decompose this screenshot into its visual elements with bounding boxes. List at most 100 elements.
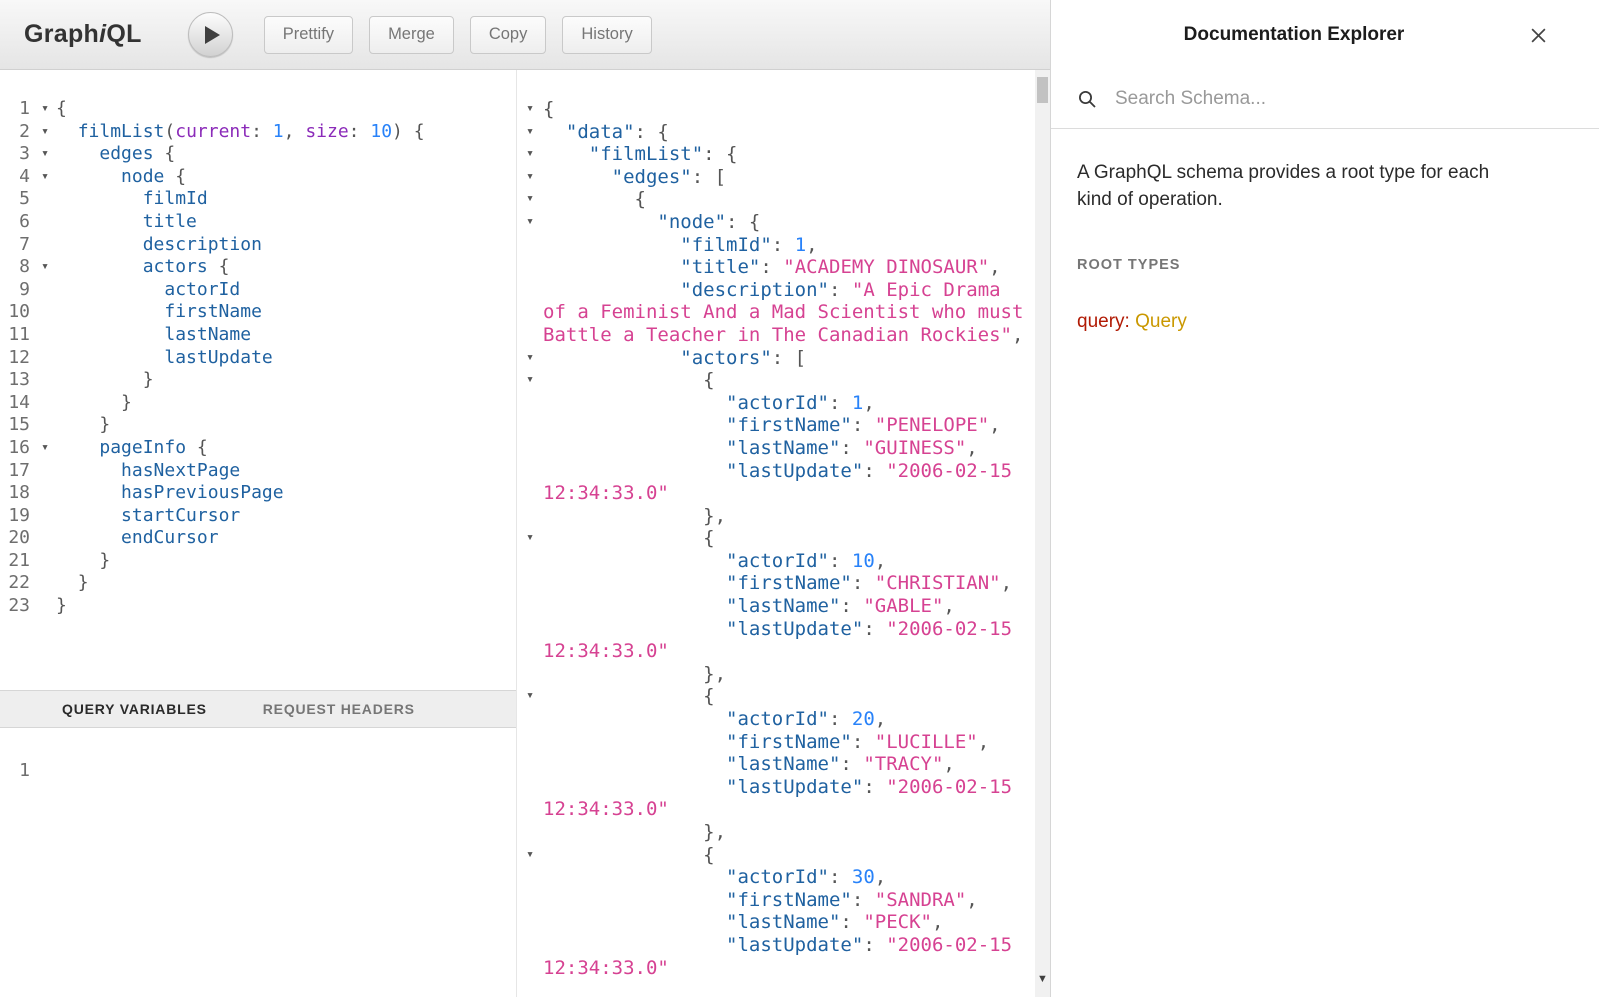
code-text[interactable]: filmId bbox=[56, 188, 516, 211]
root-type-field-link[interactable]: query bbox=[1077, 311, 1125, 332]
fold-gutter bbox=[517, 731, 543, 754]
code-text[interactable] bbox=[56, 760, 516, 783]
fold-arrow-icon[interactable]: ▾ bbox=[517, 121, 543, 144]
code-text[interactable]: pageInfo { bbox=[56, 437, 516, 460]
query-code-line[interactable]: 22 } bbox=[0, 572, 516, 595]
fold-arrow-icon[interactable]: ▾ bbox=[34, 98, 56, 121]
schema-search-input[interactable] bbox=[1098, 88, 1599, 110]
fold-arrow-icon[interactable]: ▾ bbox=[517, 188, 543, 211]
fold-arrow-icon[interactable]: ▾ bbox=[34, 121, 56, 144]
fold-arrow-icon[interactable]: ▾ bbox=[517, 685, 543, 708]
query-code-line[interactable]: 20 endCursor bbox=[0, 527, 516, 550]
merge-button[interactable]: Merge bbox=[369, 16, 454, 54]
code-text[interactable]: lastUpdate bbox=[56, 347, 516, 370]
query-code-line[interactable]: 16▾ pageInfo { bbox=[0, 437, 516, 460]
fold-arrow-icon[interactable]: ▾ bbox=[517, 844, 543, 867]
tab-request-headers[interactable]: REQUEST HEADERS bbox=[263, 701, 415, 717]
code-text[interactable]: } bbox=[56, 550, 516, 573]
query-code-line[interactable]: 3▾ edges { bbox=[0, 143, 516, 166]
fold-arrow-icon[interactable]: ▾ bbox=[517, 98, 543, 121]
query-code-line[interactable]: 15 } bbox=[0, 414, 516, 437]
query-code-line[interactable]: 8▾ actors { bbox=[0, 256, 516, 279]
code-text[interactable]: description bbox=[56, 234, 516, 257]
variables-code-line[interactable]: 1 bbox=[0, 760, 516, 783]
history-button[interactable]: History bbox=[562, 16, 651, 54]
code-text[interactable]: title bbox=[56, 211, 516, 234]
code-text[interactable]: actors { bbox=[56, 256, 516, 279]
query-code-line[interactable]: 14 } bbox=[0, 392, 516, 415]
code-text[interactable]: { bbox=[56, 98, 516, 121]
query-code-line[interactable]: 6 title bbox=[0, 211, 516, 234]
code-text[interactable]: filmList(current: 1, size: 10) { bbox=[56, 121, 516, 144]
code-text[interactable]: } bbox=[56, 369, 516, 392]
fold-gutter bbox=[517, 866, 543, 889]
result-code-line: "firstName": "LUCILLE", bbox=[517, 731, 1050, 754]
query-editor[interactable]: 1▾{2▾ filmList(current: 1, size: 10) {3▾… bbox=[0, 70, 516, 690]
query-code-line[interactable]: 21 } bbox=[0, 550, 516, 573]
result-code-line: "title": "ACADEMY DINOSAUR", bbox=[517, 256, 1050, 279]
line-number: 8 bbox=[0, 256, 34, 279]
fold-arrow-icon[interactable]: ▾ bbox=[34, 166, 56, 189]
query-code-line[interactable]: 2▾ filmList(current: 1, size: 10) { bbox=[0, 121, 516, 144]
fold-arrow-icon[interactable]: ▾ bbox=[517, 527, 543, 550]
code-text[interactable]: actorId bbox=[56, 279, 516, 302]
code-text[interactable]: edges { bbox=[56, 143, 516, 166]
result-code-line: "lastUpdate": "2006-02-15 12:34:33.0" bbox=[517, 934, 1050, 979]
fold-arrow-icon[interactable]: ▾ bbox=[34, 437, 56, 460]
result-code-line: "lastUpdate": "2006-02-15 12:34:33.0" bbox=[517, 618, 1050, 663]
query-code-line[interactable]: 17 hasNextPage bbox=[0, 460, 516, 483]
code-text[interactable]: lastName bbox=[56, 324, 516, 347]
tab-query-variables[interactable]: QUERY VARIABLES bbox=[62, 701, 207, 717]
result-scrollbar[interactable]: ▼ bbox=[1035, 70, 1050, 997]
fold-arrow-icon[interactable]: ▾ bbox=[517, 211, 543, 234]
fold-arrow-icon[interactable]: ▾ bbox=[34, 256, 56, 279]
code-text: "node": { bbox=[543, 211, 1026, 234]
graphiql-app: GraphiQL Prettify Merge Copy History 1▾{… bbox=[0, 0, 1599, 997]
query-code-line[interactable]: 18 hasPreviousPage bbox=[0, 482, 516, 505]
prettify-button[interactable]: Prettify bbox=[264, 16, 353, 54]
query-code-line[interactable]: 4▾ node { bbox=[0, 166, 516, 189]
line-number: 15 bbox=[0, 414, 34, 437]
query-code-line[interactable]: 9 actorId bbox=[0, 279, 516, 302]
query-code-line[interactable]: 13 } bbox=[0, 369, 516, 392]
docs-close-button[interactable] bbox=[1523, 27, 1553, 44]
fold-gutter bbox=[517, 460, 543, 505]
fold-arrow-icon[interactable]: ▾ bbox=[517, 347, 543, 370]
execute-button[interactable] bbox=[188, 12, 233, 57]
code-text[interactable]: hasNextPage bbox=[56, 460, 516, 483]
scroll-down-icon[interactable]: ▼ bbox=[1035, 969, 1050, 989]
fold-arrow-icon[interactable]: ▾ bbox=[517, 369, 543, 392]
result-code-line: "firstName": "CHRISTIAN", bbox=[517, 572, 1050, 595]
code-text[interactable]: firstName bbox=[56, 301, 516, 324]
query-code-line[interactable]: 1▾{ bbox=[0, 98, 516, 121]
variables-editor[interactable]: 1 bbox=[0, 728, 516, 997]
fold-arrow-icon[interactable]: ▾ bbox=[34, 143, 56, 166]
query-code-line[interactable]: 19 startCursor bbox=[0, 505, 516, 528]
code-text[interactable]: endCursor bbox=[56, 527, 516, 550]
query-code-line[interactable]: 11 lastName bbox=[0, 324, 516, 347]
line-number: 2 bbox=[0, 121, 34, 144]
query-code-line[interactable]: 12 lastUpdate bbox=[0, 347, 516, 370]
query-code-line[interactable]: 10 firstName bbox=[0, 301, 516, 324]
fold-gutter bbox=[34, 392, 56, 415]
result-viewer: ▾{▾ "data": {▾ "filmList": {▾ "edges": [… bbox=[517, 70, 1050, 997]
result-code-line: ▾ { bbox=[517, 527, 1050, 550]
query-code-line[interactable]: 23} bbox=[0, 595, 516, 618]
code-text[interactable]: startCursor bbox=[56, 505, 516, 528]
code-text[interactable]: } bbox=[56, 595, 516, 618]
fold-gutter bbox=[517, 821, 543, 844]
code-text[interactable]: } bbox=[56, 392, 516, 415]
query-code-line[interactable]: 7 description bbox=[0, 234, 516, 257]
fold-arrow-icon[interactable]: ▾ bbox=[517, 143, 543, 166]
fold-arrow-icon[interactable]: ▾ bbox=[517, 166, 543, 189]
copy-button[interactable]: Copy bbox=[470, 16, 547, 54]
root-type-type-link[interactable]: Query bbox=[1135, 311, 1187, 332]
code-text[interactable]: } bbox=[56, 414, 516, 437]
code-text[interactable]: node { bbox=[56, 166, 516, 189]
query-code-line[interactable]: 5 filmId bbox=[0, 188, 516, 211]
toolbar-buttons: Prettify Merge Copy History bbox=[264, 16, 652, 54]
fold-gutter bbox=[34, 234, 56, 257]
scrollbar-thumb[interactable] bbox=[1037, 77, 1048, 103]
code-text[interactable]: } bbox=[56, 572, 516, 595]
code-text[interactable]: hasPreviousPage bbox=[56, 482, 516, 505]
